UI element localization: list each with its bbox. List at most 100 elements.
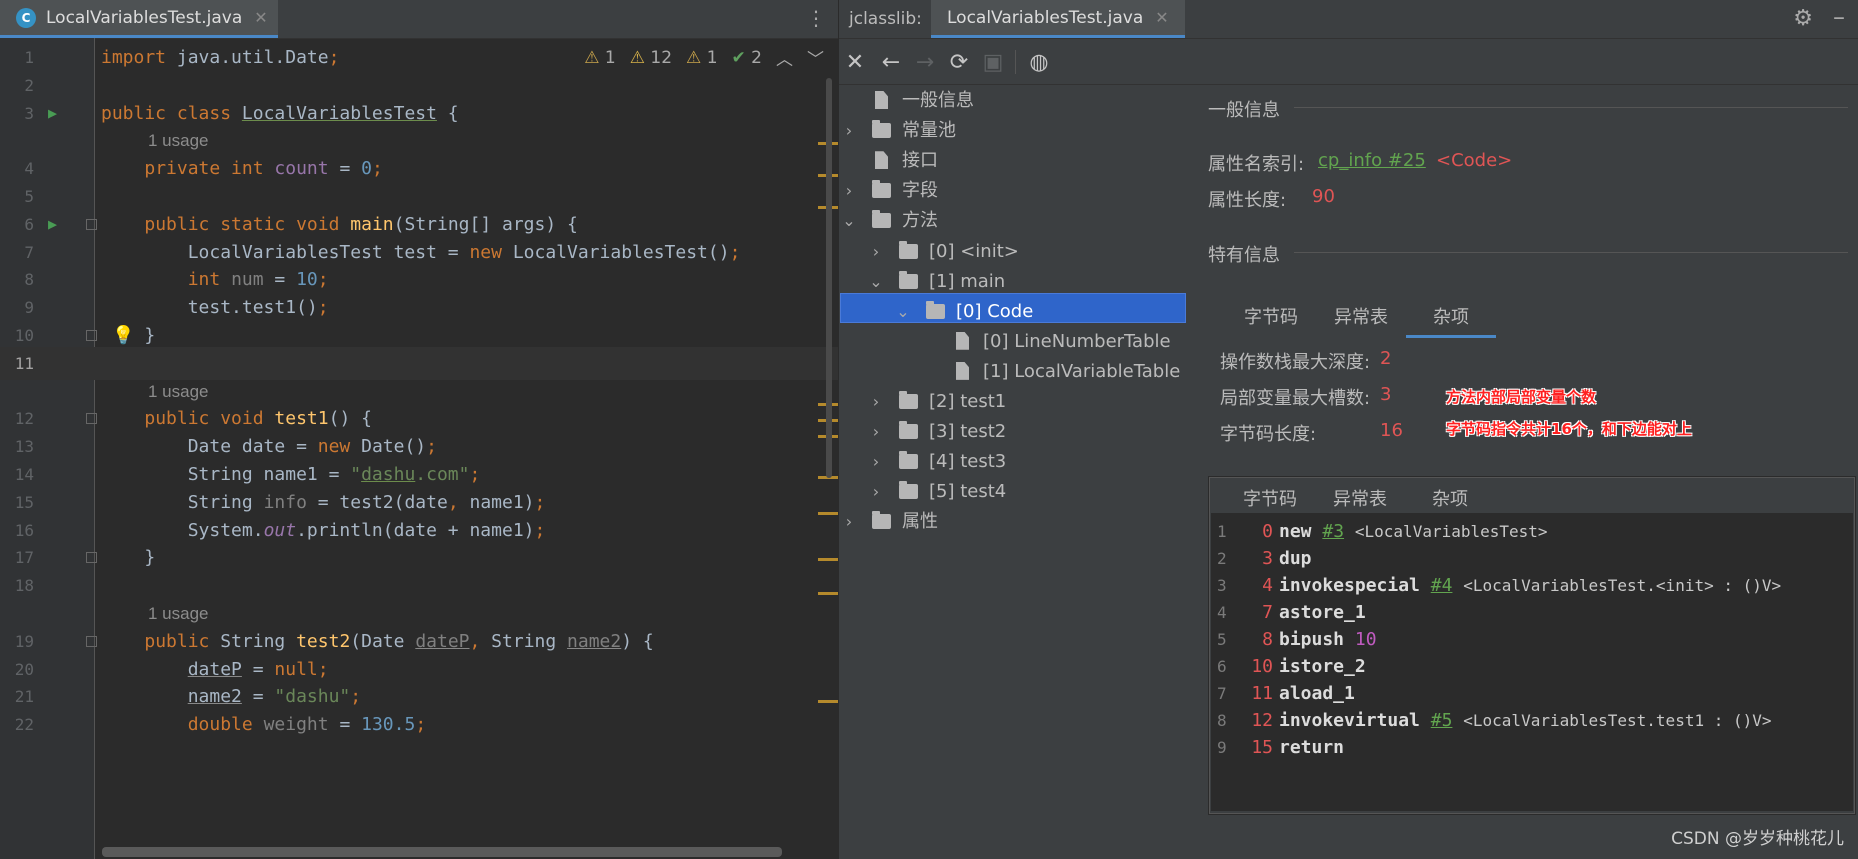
bytecode-panel: 字节码 异常表 杂项 1 0 new #3 <LocalVariablesTest> 2 3… xyxy=(1208,476,1856,815)
tree-node-label: [1] main xyxy=(929,270,1006,292)
folder-icon xyxy=(899,421,918,440)
previous-highlight-icon[interactable]: ︿ xyxy=(776,45,793,70)
code-text[interactable]: double weight = 130.5; xyxy=(101,708,426,741)
bytecode-line-number: 1 xyxy=(1217,522,1227,541)
fold-icon[interactable] xyxy=(86,552,97,564)
tree-node-label: [2] test1 xyxy=(929,391,1007,412)
watermark: CSDN @岁岁种桃花儿 xyxy=(1671,829,1844,849)
attr-length-label: 属性长度: xyxy=(1208,190,1287,211)
tree-node[interactable]: › [2] test1 xyxy=(0,387,1200,417)
tree-node[interactable]: [0] LineNumberTable xyxy=(0,327,1200,357)
constant-pool-link[interactable]: #5 xyxy=(1431,710,1453,731)
line-number: 22 xyxy=(14,715,34,735)
subtab[interactable]: 字节码 xyxy=(1226,303,1316,335)
max-stack-value: 2 xyxy=(1380,348,1392,369)
refresh-icon[interactable]: ⟳ xyxy=(945,48,973,76)
tree-node[interactable]: › [5] test4 xyxy=(0,477,1200,507)
file-icon xyxy=(956,331,969,350)
chevron-right-icon[interactable]: › xyxy=(869,447,883,477)
cp-info-link[interactable]: cp_info #25 xyxy=(1318,150,1426,171)
subtab[interactable]: 异常表 xyxy=(1316,303,1406,335)
folder-icon xyxy=(872,210,891,229)
tree-node[interactable]: › 常量池 xyxy=(0,116,1200,146)
back-arrow-icon[interactable]: ← xyxy=(877,48,905,76)
bytecode-line[interactable]: 3 4 invokespecial #4 <LocalVariablesTest.<… xyxy=(1211,572,1851,599)
tab-jclasslib-localvariablestest[interactable]: LocalVariablesTest.java ✕ xyxy=(931,0,1185,38)
tree-node-label: [1] LocalVariableTable xyxy=(983,360,1181,382)
globe-icon[interactable]: ◍ xyxy=(1025,48,1053,76)
subtab[interactable]: 杂项 xyxy=(1406,303,1496,338)
warning-count[interactable]: ⚠ 12 xyxy=(630,48,672,68)
tree-node[interactable]: ⌄ 方法 xyxy=(0,206,1200,236)
bytecode-line-number: 5 xyxy=(1217,630,1227,649)
bytecode-instruction: astore_1 xyxy=(1279,602,1366,623)
attr-name-value: <Code> xyxy=(1436,150,1513,171)
constant-pool-link[interactable]: #4 xyxy=(1431,575,1453,596)
tree-node[interactable]: › [4] test3 xyxy=(0,447,1200,477)
weak-warning-count[interactable]: ⚠ 1 xyxy=(584,48,615,68)
typo-count[interactable]: ⚠ 1 xyxy=(686,48,717,68)
close-icon[interactable]: ✕ xyxy=(841,48,869,76)
annotation-code-length: 字节码指令共计16个，和下边能对上 xyxy=(1446,420,1692,438)
chevron-right-icon[interactable]: › xyxy=(869,237,883,267)
tree-node[interactable]: › [0] <init> xyxy=(0,237,1200,267)
bytecode-offset: 12 xyxy=(1251,710,1273,731)
forward-arrow-icon[interactable]: → xyxy=(911,48,939,76)
chevron-down-icon[interactable]: ⌄ xyxy=(842,206,856,236)
stripe-mark[interactable] xyxy=(818,700,838,703)
bytecode-instruction: return xyxy=(1279,737,1345,758)
chevron-down-icon[interactable]: ⌄ xyxy=(869,267,883,297)
bytecode-line[interactable]: 6 10 istore_2 xyxy=(1211,653,1851,680)
bytecode-instruction: bipush 10 xyxy=(1279,629,1377,650)
chevron-right-icon[interactable]: › xyxy=(842,507,856,537)
code-line[interactable]: 22 double weight = 130.5; xyxy=(0,708,838,741)
tab-localvariablestest-java[interactable]: C LocalVariablesTest.java ✕ xyxy=(0,0,278,38)
constant-pool-link[interactable]: #3 xyxy=(1322,521,1344,542)
file-icon xyxy=(956,361,969,380)
fold-icon[interactable] xyxy=(86,635,97,647)
close-icon[interactable]: ✕ xyxy=(1155,8,1168,27)
bytecode-line[interactable]: 9 15 return xyxy=(1211,734,1851,761)
bytecode-line[interactable]: 5 8 bipush 10 xyxy=(1211,626,1851,653)
warning-icon: ⚠ xyxy=(629,47,645,68)
tree-node-label: 方法 xyxy=(902,210,938,232)
chevron-right-icon[interactable]: › xyxy=(842,176,856,206)
chevron-down-icon[interactable]: ⌄ xyxy=(896,297,910,327)
chevron-right-icon[interactable]: › xyxy=(842,116,856,146)
tree-node[interactable]: ⌄ [0] Code xyxy=(0,297,1200,327)
bytecode-line[interactable]: 4 7 astore_1 xyxy=(1211,599,1851,626)
more-options-icon[interactable]: ⋮ xyxy=(806,8,826,28)
bytecode-line-number: 6 xyxy=(1217,657,1227,676)
java-class-icon: C xyxy=(16,7,36,28)
bytecode-line[interactable]: 2 3 dup xyxy=(1211,545,1851,572)
close-icon[interactable]: ✕ xyxy=(254,8,267,27)
bytecode-args: <LocalVariablesTest.test1 : ()V> xyxy=(1463,711,1772,730)
tree-node-label: [0] Code xyxy=(956,300,1034,322)
bytecode-line[interactable]: 1 0 new #3 <LocalVariablesTest> xyxy=(1211,518,1851,545)
tree-node[interactable]: [1] LocalVariableTable xyxy=(0,357,1200,387)
tree-node[interactable]: › 字段 xyxy=(0,176,1200,206)
bytecode-listing[interactable]: 1 0 new #3 <LocalVariablesTest> 2 3 dup 3 4 invo… xyxy=(1211,513,1853,811)
tree-node[interactable]: › [3] test2 xyxy=(0,417,1200,447)
bytecode-line[interactable]: 8 12 invokevirtual #5 <LocalVariablesTest.… xyxy=(1211,707,1851,734)
tree-node-label: 常量池 xyxy=(902,120,956,142)
bytecode-line[interactable]: 7 11 aload_1 xyxy=(1211,680,1851,707)
tree-node[interactable]: ⌄ [1] main xyxy=(0,267,1200,297)
gear-icon[interactable]: ⚙ xyxy=(1793,6,1813,31)
ok-count[interactable]: ✔ 2 xyxy=(732,48,762,68)
chevron-right-icon[interactable]: › xyxy=(869,387,883,417)
tree-node-label: 一般信息 xyxy=(902,90,974,111)
chevron-right-icon[interactable]: › xyxy=(869,477,883,507)
minimize-icon[interactable]: – xyxy=(1833,3,1845,31)
tree-node[interactable]: › 属性 xyxy=(0,507,1200,537)
stripe-mark[interactable] xyxy=(818,558,838,561)
tree-node[interactable]: 接口 xyxy=(0,146,1200,176)
stripe-mark[interactable] xyxy=(818,592,838,595)
inspection-widget[interactable]: ⚠ 1 ⚠ 12 ⚠ 1 ✔ 2 ︿ ﹀ xyxy=(584,45,824,70)
tree-node[interactable]: 一般信息 xyxy=(0,86,1200,116)
chevron-right-icon[interactable]: › xyxy=(869,417,883,447)
horizontal-scrollbar[interactable] xyxy=(102,847,782,857)
tab-label: LocalVariablesTest.java xyxy=(46,7,243,28)
warning-icon: ⚠ xyxy=(686,47,702,68)
save-icon[interactable]: ▣ xyxy=(979,48,1007,76)
